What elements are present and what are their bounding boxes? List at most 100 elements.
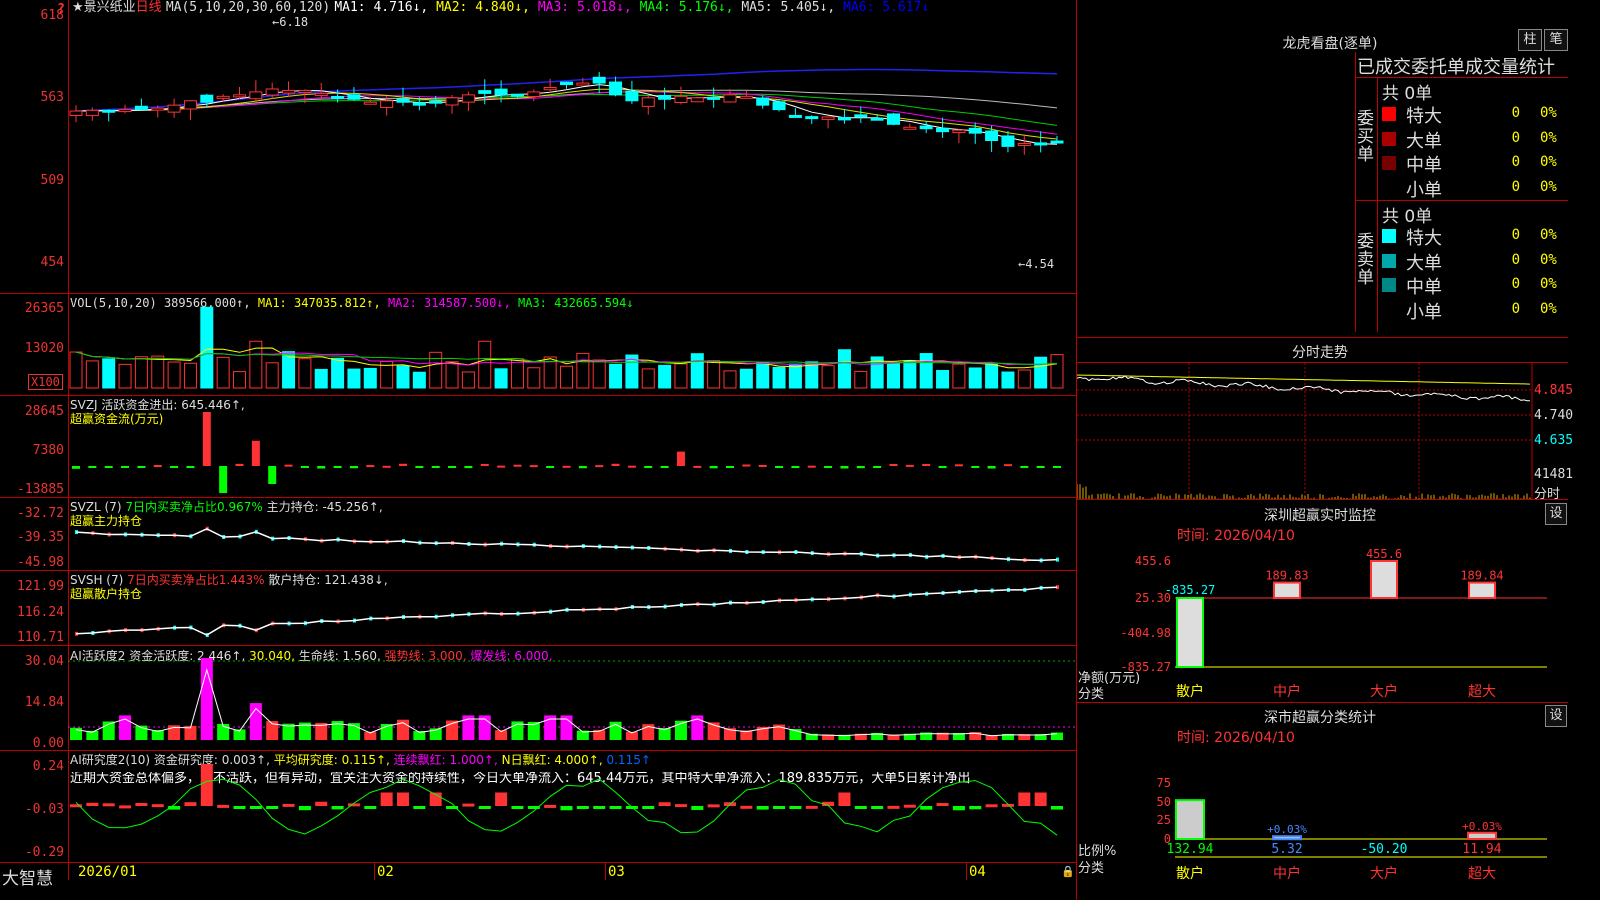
sz-category-label: 超大 (1468, 684, 1496, 700)
svzj-bar (317, 466, 326, 469)
candle-body (347, 94, 361, 100)
candle-body (674, 95, 688, 103)
ai2-bar (397, 792, 409, 806)
sz-monitor-chart[interactable]: 455.625.30-404.98-835.27-835.27散户189.83中… (1077, 540, 1568, 705)
volume-bar (903, 360, 917, 389)
candle-body (723, 94, 737, 103)
candle-body (314, 92, 328, 96)
sz-settings-button[interactable]: 设 (1545, 503, 1567, 525)
svzj-bar (1036, 466, 1045, 468)
ai2-chart[interactable] (0, 751, 1077, 862)
buy-row-pct: 0% (1540, 178, 1557, 195)
candle-body (903, 126, 917, 130)
svzj-bar (448, 466, 457, 468)
xaxis-label-apr: 04 (969, 864, 986, 880)
svzj-bar (644, 466, 653, 468)
candle-body (216, 95, 230, 99)
sell-row-pct: 0% (1540, 251, 1557, 268)
cls-category-label: 中户 (1273, 865, 1301, 882)
ai2-bar (658, 802, 671, 806)
sz-xlabel: 分类 (1078, 687, 1105, 702)
svzj-bar (219, 466, 228, 493)
ai2-bar (789, 806, 802, 809)
candle-body (380, 100, 394, 109)
lock-icon[interactable]: 🔒 (1061, 865, 1075, 878)
ai1-chart[interactable] (0, 646, 1077, 750)
volume-bar (952, 363, 966, 389)
price-chart[interactable]: ←6.18 ←4.54 (0, 0, 1077, 295)
sz-bar-散户 (1176, 597, 1204, 668)
xaxis-label-jan: 2026/01 (78, 864, 138, 880)
svzj-bar (791, 466, 800, 468)
tick-view-button[interactable]: 笔 (1544, 29, 1568, 51)
candle-body (690, 97, 704, 103)
svzj-bar (121, 466, 130, 468)
ai2-bar (593, 806, 606, 809)
candle-body (641, 97, 655, 107)
volume-bar (298, 358, 312, 389)
candle-body (1017, 142, 1031, 146)
volume-bar (919, 353, 933, 389)
xaxis-tick-apr (966, 862, 967, 880)
volume-bar (609, 363, 623, 389)
svzj-bar (415, 466, 424, 468)
volume-chart[interactable] (0, 294, 1077, 395)
cls-stats-chart[interactable]: 7550250132.94散户+0.03%5.32中户-50.20大户+0.03… (1077, 745, 1568, 900)
sz-bar-大户 (1370, 560, 1398, 599)
candle-body (543, 87, 557, 91)
volume-bar (1050, 354, 1064, 389)
candle-body (167, 104, 181, 113)
intraday-bottom-line (1077, 499, 1568, 500)
volume-bar (723, 370, 737, 389)
buy-row-count: 0 (1511, 105, 1520, 121)
volume-bar (854, 370, 868, 389)
sz-bar-value: 189.84 (1460, 569, 1503, 583)
cls-bar-中户 (1272, 835, 1302, 841)
intraday-title: 分时走势 (1292, 345, 1348, 361)
svzj-chart[interactable] (0, 396, 1077, 497)
svsh-chart[interactable] (0, 571, 1077, 645)
ai2-bar (773, 806, 786, 809)
volume-bar (527, 367, 541, 389)
volume-bar (183, 362, 197, 389)
svzj-bar (186, 466, 195, 468)
sz-bar-value: 189.83 (1265, 569, 1308, 583)
svzj-bar (268, 466, 277, 484)
cls-xlabel: 分类 (1078, 861, 1105, 876)
volume-bar (118, 363, 132, 389)
svzj-bar (971, 466, 980, 468)
volume-bar (216, 356, 230, 389)
ma1-line (75, 84, 1058, 145)
candle-body (298, 89, 312, 93)
volume-bar (412, 371, 426, 389)
volume-bar (1034, 356, 1048, 389)
bar-view-button[interactable]: 柱 (1518, 29, 1542, 51)
svzj-bar (235, 463, 244, 466)
volume-bar (772, 366, 786, 389)
sell-row-count: 0 (1511, 251, 1520, 268)
cls-settings-button[interactable]: 设 (1545, 705, 1567, 727)
svzj-bar (546, 466, 555, 468)
candle-body (200, 94, 214, 103)
candle-body (183, 100, 197, 110)
buy-row-label: 中单 (1406, 155, 1442, 176)
candle-body (968, 127, 982, 134)
svzl-chart[interactable] (0, 498, 1077, 570)
xaxis-tick-mar (605, 862, 606, 880)
sell-row-count: 0 (1511, 227, 1520, 243)
volume-bar (641, 368, 655, 389)
ai2-bar (969, 806, 982, 810)
volume-bar (69, 351, 83, 389)
volume-bar (707, 360, 721, 389)
buy-row-count: 0 (1511, 154, 1520, 170)
buy-row-pct: 0% (1540, 105, 1557, 121)
ai2-bar (560, 806, 573, 811)
svzj-bar (660, 466, 669, 468)
ai2-bar (184, 802, 197, 806)
price-high-mark: ←6.18 (272, 15, 308, 29)
buy-color-swatch (1382, 131, 1396, 146)
cls-title: 深市超赢分类统计 (1264, 710, 1376, 726)
ai2-bar (691, 806, 704, 810)
intraday-chart[interactable] (1077, 363, 1568, 499)
volume-bar (592, 359, 606, 389)
